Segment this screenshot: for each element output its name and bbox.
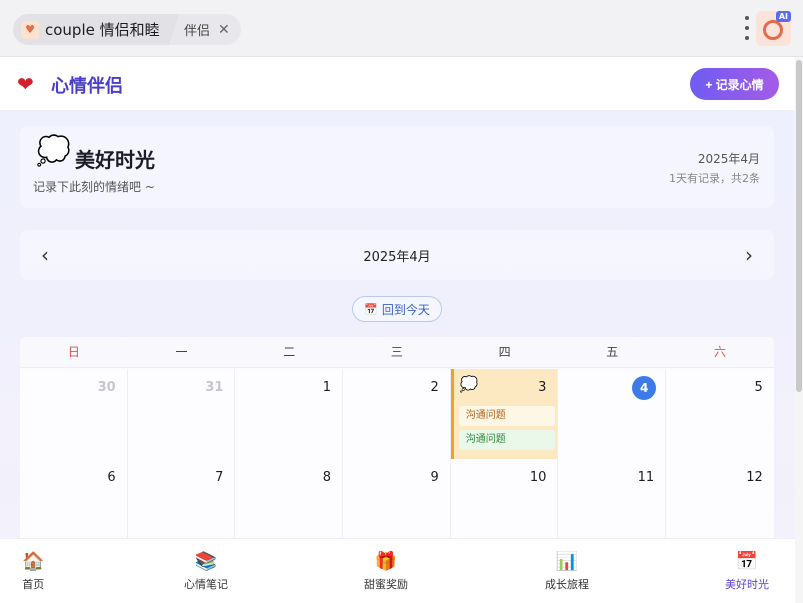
day-number: 9	[430, 470, 439, 485]
back-to-today-button[interactable]: 📅 回到今天	[352, 296, 442, 322]
weekday-sat: 六	[713, 345, 726, 359]
page-subtitle: 记录下此刻的情绪吧 ~	[33, 180, 155, 194]
record-count: 1天有记录，共2条	[669, 172, 760, 185]
weekday-wed: 三	[390, 345, 403, 359]
record-mood-button[interactable]: + 记录心情	[690, 68, 779, 100]
day-number: 31	[205, 380, 224, 395]
weekday-tue: 二	[283, 345, 296, 359]
mood-entry[interactable]: 沟通问题	[458, 406, 555, 426]
day-number: 3	[538, 380, 547, 395]
ai-badge: AI	[775, 11, 791, 22]
calendar-day-selected[interactable]: 💭 3 沟通问题 沟通问题	[450, 369, 559, 459]
calendar: 日 一 二 三 四 五 六 30 31 1 2 💭 3 沟通问题 沟通问题 4	[20, 337, 774, 538]
speech-bubble-icon: 💭	[36, 134, 71, 167]
calendar-day[interactable]: 7	[127, 459, 236, 538]
nav-label: 甜蜜奖励	[364, 578, 408, 591]
browser-chrome: ♥ couple 情侣和睦 伴侣 ✕ AI	[0, 0, 803, 57]
calendar-day[interactable]: 5	[666, 369, 774, 459]
calendar-week: 30 31 1 2 💭 3 沟通问题 沟通问题 4 5	[20, 369, 774, 459]
nav-label: 美好时光	[725, 578, 769, 591]
nav-label: 成长旅程	[545, 578, 589, 591]
hero-card: 💭 美好时光 记录下此刻的情绪吧 ~ 2025年4月 1天有记录，共2条	[20, 126, 774, 208]
calendar-week: 6 7 8 9 10 11 12	[20, 459, 774, 538]
day-number: 2	[430, 380, 439, 395]
heart-logo-icon: ❤	[17, 72, 34, 96]
bottom-nav: 🏠 首页 📚 心情笔记 🎁 甜蜜奖励 📊 成长旅程 📅 美好时光	[0, 538, 795, 603]
calendar-day[interactable]: 31	[127, 369, 236, 459]
nav-label: 心情笔记	[184, 578, 228, 591]
scrollbar[interactable]	[795, 57, 803, 603]
weekday-mon: 一	[175, 345, 188, 359]
mood-entry[interactable]: 沟通问题	[458, 430, 555, 450]
nav-label: 首页	[22, 578, 45, 591]
weekday-thu: 四	[498, 345, 511, 359]
brand-title: 心情伴侣	[51, 76, 123, 97]
ai-assistant-avatar[interactable]: AI	[756, 11, 791, 46]
calendar-day[interactable]: 10	[450, 459, 559, 538]
day-number: 8	[322, 470, 332, 485]
scrollbar-thumb[interactable]	[796, 60, 802, 392]
weekday-header: 日 一 二 三 四 五 六	[20, 337, 774, 368]
day-number: 7	[215, 470, 224, 485]
day-number: 11	[637, 470, 655, 485]
app-header: ❤ 心情伴侣 + 记录心情	[0, 57, 795, 111]
tab-partner[interactable]: 伴侣 ✕	[169, 14, 241, 45]
tab-title: 伴侣	[184, 24, 211, 39]
calendar-day[interactable]: 2	[343, 369, 451, 459]
calendar-icon: 📅	[364, 302, 378, 316]
calendar-day[interactable]: 12	[666, 459, 774, 538]
day-number: 4	[632, 376, 657, 400]
calendar-day[interactable]: 8	[235, 459, 344, 538]
speech-bubble-icon: 💭	[459, 375, 479, 393]
calendar-day[interactable]: 11	[558, 459, 667, 538]
close-icon[interactable]: ✕	[218, 22, 230, 38]
page-title: 美好时光	[75, 148, 155, 172]
nav-sweet-rewards[interactable]: 🎁 甜蜜奖励	[364, 551, 408, 592]
nav-mood-notes[interactable]: 📚 心情笔记	[184, 551, 228, 592]
calendar-day[interactable]: 6	[20, 459, 128, 538]
day-number: 5	[754, 380, 763, 395]
weekday-sun: 日	[67, 345, 80, 359]
calendar-day[interactable]: 1	[235, 369, 344, 459]
weekday-fri: 五	[606, 345, 619, 359]
today-button-label: 回到今天	[381, 302, 430, 317]
books-icon: 📚	[194, 551, 218, 572]
hero-month: 2025年4月	[697, 152, 760, 166]
chart-icon: 📊	[555, 551, 579, 572]
tab-title: couple 情侣和睦	[45, 21, 160, 39]
nav-growth-journey[interactable]: 📊 成长旅程	[545, 551, 589, 592]
calendar-icon: 📅	[735, 551, 759, 572]
current-month: 2025年4月	[363, 250, 431, 265]
calendar-grid: 30 31 1 2 💭 3 沟通问题 沟通问题 4 5 6 7 8 9 10 1…	[20, 369, 774, 538]
app-favicon-icon: ♥	[21, 20, 39, 39]
calendar-day[interactable]: 30	[20, 369, 128, 459]
day-number: 30	[97, 380, 116, 395]
nav-good-times[interactable]: 📅 美好时光	[725, 551, 769, 592]
main-content: 💭 美好时光 记录下此刻的情绪吧 ~ 2025年4月 1天有记录，共2条 ‹ 2…	[0, 111, 795, 538]
calendar-day-today[interactable]: 4	[558, 369, 667, 459]
tab-couple[interactable]: ♥ couple 情侣和睦	[13, 14, 179, 45]
month-navigator: ‹ 2025年4月 ›	[20, 230, 774, 280]
house-icon: 🏠	[22, 551, 45, 572]
ai-face-icon	[763, 20, 783, 40]
day-number: 1	[322, 380, 332, 395]
day-number: 10	[529, 470, 547, 485]
gift-icon: 🎁	[374, 551, 398, 572]
nav-home[interactable]: 🏠 首页	[22, 551, 44, 592]
day-number: 12	[746, 470, 763, 485]
chevron-right-icon[interactable]: ›	[737, 243, 761, 267]
day-number: 6	[107, 470, 116, 485]
more-menu-icon[interactable]	[742, 16, 752, 40]
calendar-day[interactable]: 9	[343, 459, 451, 538]
